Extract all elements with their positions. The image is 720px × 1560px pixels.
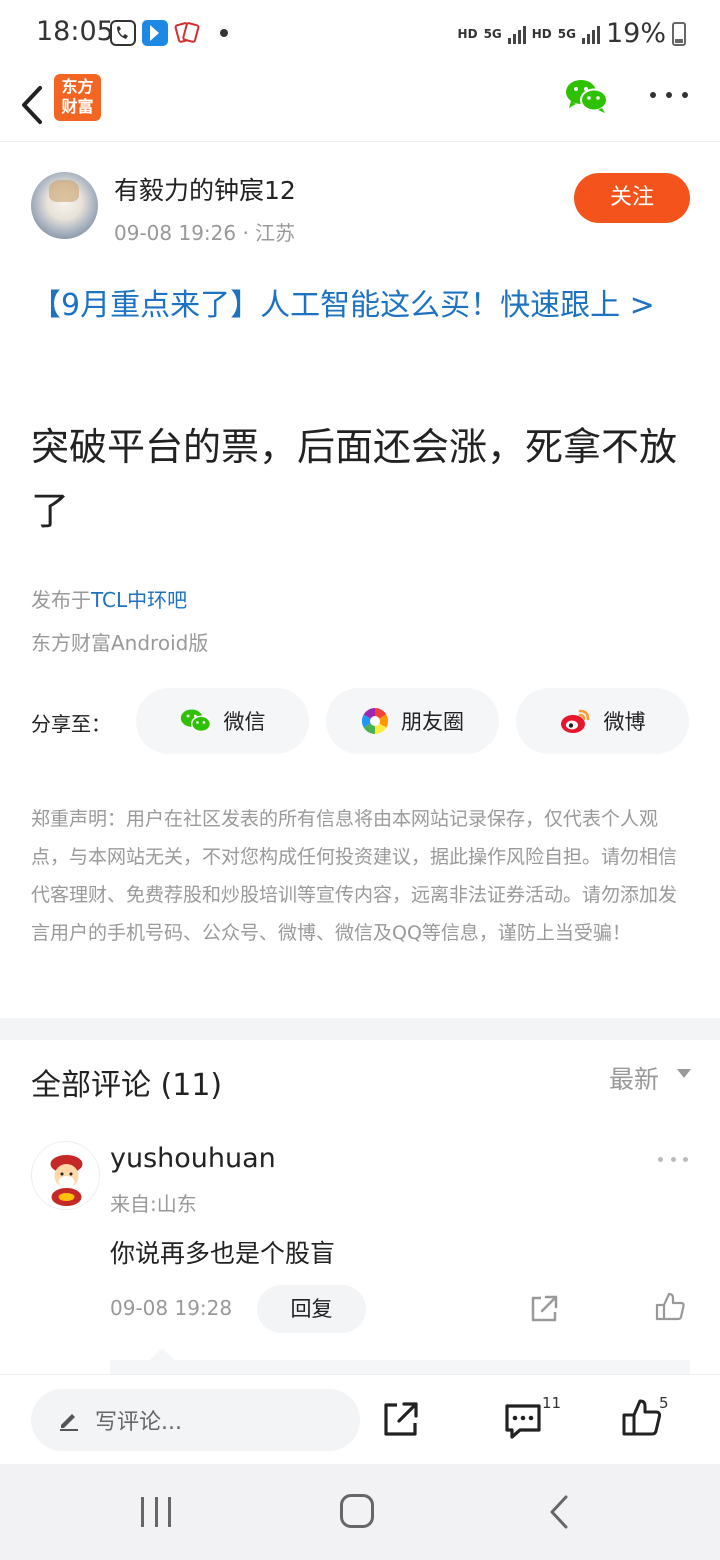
recent-apps-icon[interactable] — [141, 1497, 171, 1527]
reply-button[interactable]: 回复 — [257, 1285, 366, 1333]
disclaimer: 郑重声明：用户在社区发表的所有信息将由本网站记录保存，仅代表个人观点，与本网站无… — [31, 808, 678, 944]
post-source: 发布于TCL中环吧 — [31, 584, 187, 613]
like-icon[interactable] — [620, 1397, 662, 1439]
comment-more-icon[interactable] — [658, 1157, 688, 1163]
signal-icon — [507, 24, 526, 44]
system-nav-bar — [0, 1464, 720, 1560]
comments-icon[interactable] — [502, 1401, 544, 1441]
pencil-icon — [60, 1414, 78, 1431]
comments-count-badge: 11 — [542, 1394, 562, 1412]
wechat-share-icon[interactable] — [565, 78, 609, 114]
chevron-left-icon — [22, 86, 42, 124]
comment-share-icon[interactable] — [528, 1293, 560, 1325]
home-icon[interactable] — [340, 1494, 374, 1528]
author-name[interactable]: 有毅力的钟宸12 — [114, 171, 296, 207]
status-notifications — [110, 20, 228, 46]
share-label: 分享至： — [31, 712, 111, 736]
comments-title: 全部评论 (11) — [31, 1060, 222, 1104]
comments-title-label: 全部评论 — [31, 1068, 151, 1103]
app-header: 东方 财富 — [0, 68, 720, 142]
wechat-icon — [180, 709, 211, 733]
post-content: 突破平台的票，后面还会涨，死拿不放了 — [31, 425, 678, 533]
brand-logo: 东方 财富 — [54, 74, 101, 121]
blue-app-icon — [142, 20, 168, 46]
commenter-avatar[interactable] — [31, 1141, 100, 1210]
comments-count: (11) — [160, 1068, 223, 1103]
nav-back-icon[interactable] — [546, 1494, 572, 1530]
promo-link[interactable]: 【9月重点来了】人工智能这么买！快速跟上 > — [31, 280, 691, 332]
share-weibo-button[interactable]: 微博 — [516, 688, 689, 754]
share-moments-label: 朋友圈 — [401, 710, 464, 734]
caret-down-icon[interactable] — [677, 1069, 691, 1078]
share-wechat-button[interactable]: 微信 — [136, 688, 309, 754]
stock-bar-link[interactable]: TCL中环吧 — [91, 588, 187, 612]
sort-dropdown[interactable]: 最新 — [609, 1060, 659, 1096]
comment-time: 09-08 19:28 — [110, 1296, 233, 1320]
share-wechat-label: 微信 — [223, 710, 266, 734]
share-icon[interactable] — [381, 1399, 421, 1439]
share-weibo-label: 微博 — [603, 710, 646, 734]
battery-icon — [672, 21, 686, 46]
network-type-label: 5G — [483, 26, 502, 41]
weibo-icon — [560, 709, 589, 733]
comment-text: 你说再多也是个股盲 — [110, 1239, 336, 1268]
network-type-label-2: 5G — [557, 26, 576, 41]
commenter-location: 来自:山东 — [110, 1192, 197, 1216]
write-comment-placeholder: 写评论... — [95, 1410, 182, 1435]
back-button[interactable] — [16, 78, 52, 128]
card-game-icon — [174, 20, 200, 46]
more-options-icon[interactable] — [650, 92, 688, 102]
status-indicators: HD 5G HD 5G 19% — [458, 18, 686, 49]
bottom-action-bar: 写评论... 11 5 — [0, 1374, 720, 1464]
post-meta: 09-08 19:26 · 江苏 — [114, 221, 296, 245]
author-avatar[interactable] — [31, 172, 98, 239]
status-bar: 18:05 HD 5G HD 5G 19% — [0, 0, 720, 68]
share-moments-button[interactable]: 朋友圈 — [326, 688, 499, 754]
commenter-name[interactable]: yushouhuan — [110, 1143, 276, 1174]
brand-logo-line2: 财富 — [61, 97, 94, 116]
hd-label: HD — [457, 26, 478, 41]
like-count-badge: 5 — [659, 1394, 669, 1412]
battery-percent: 19% — [605, 18, 666, 49]
hd-label-2: HD — [531, 26, 552, 41]
write-comment-input[interactable]: 写评论... — [31, 1389, 360, 1451]
status-time: 18:05 — [36, 16, 114, 47]
more-notifications-dot — [220, 29, 228, 37]
signal-icon-2 — [581, 24, 600, 44]
post-source-prefix: 发布于 — [31, 588, 91, 612]
moments-icon — [361, 707, 389, 735]
reply-thread-pointer — [150, 1348, 174, 1360]
brand-logo-line1: 东方 — [61, 77, 94, 96]
post-client: 东方财富Android版 — [31, 631, 209, 655]
comment-like-icon[interactable] — [654, 1291, 686, 1323]
section-divider — [0, 1018, 720, 1040]
follow-button[interactable]: 关注 — [574, 173, 690, 223]
phone-app-icon — [110, 20, 136, 46]
